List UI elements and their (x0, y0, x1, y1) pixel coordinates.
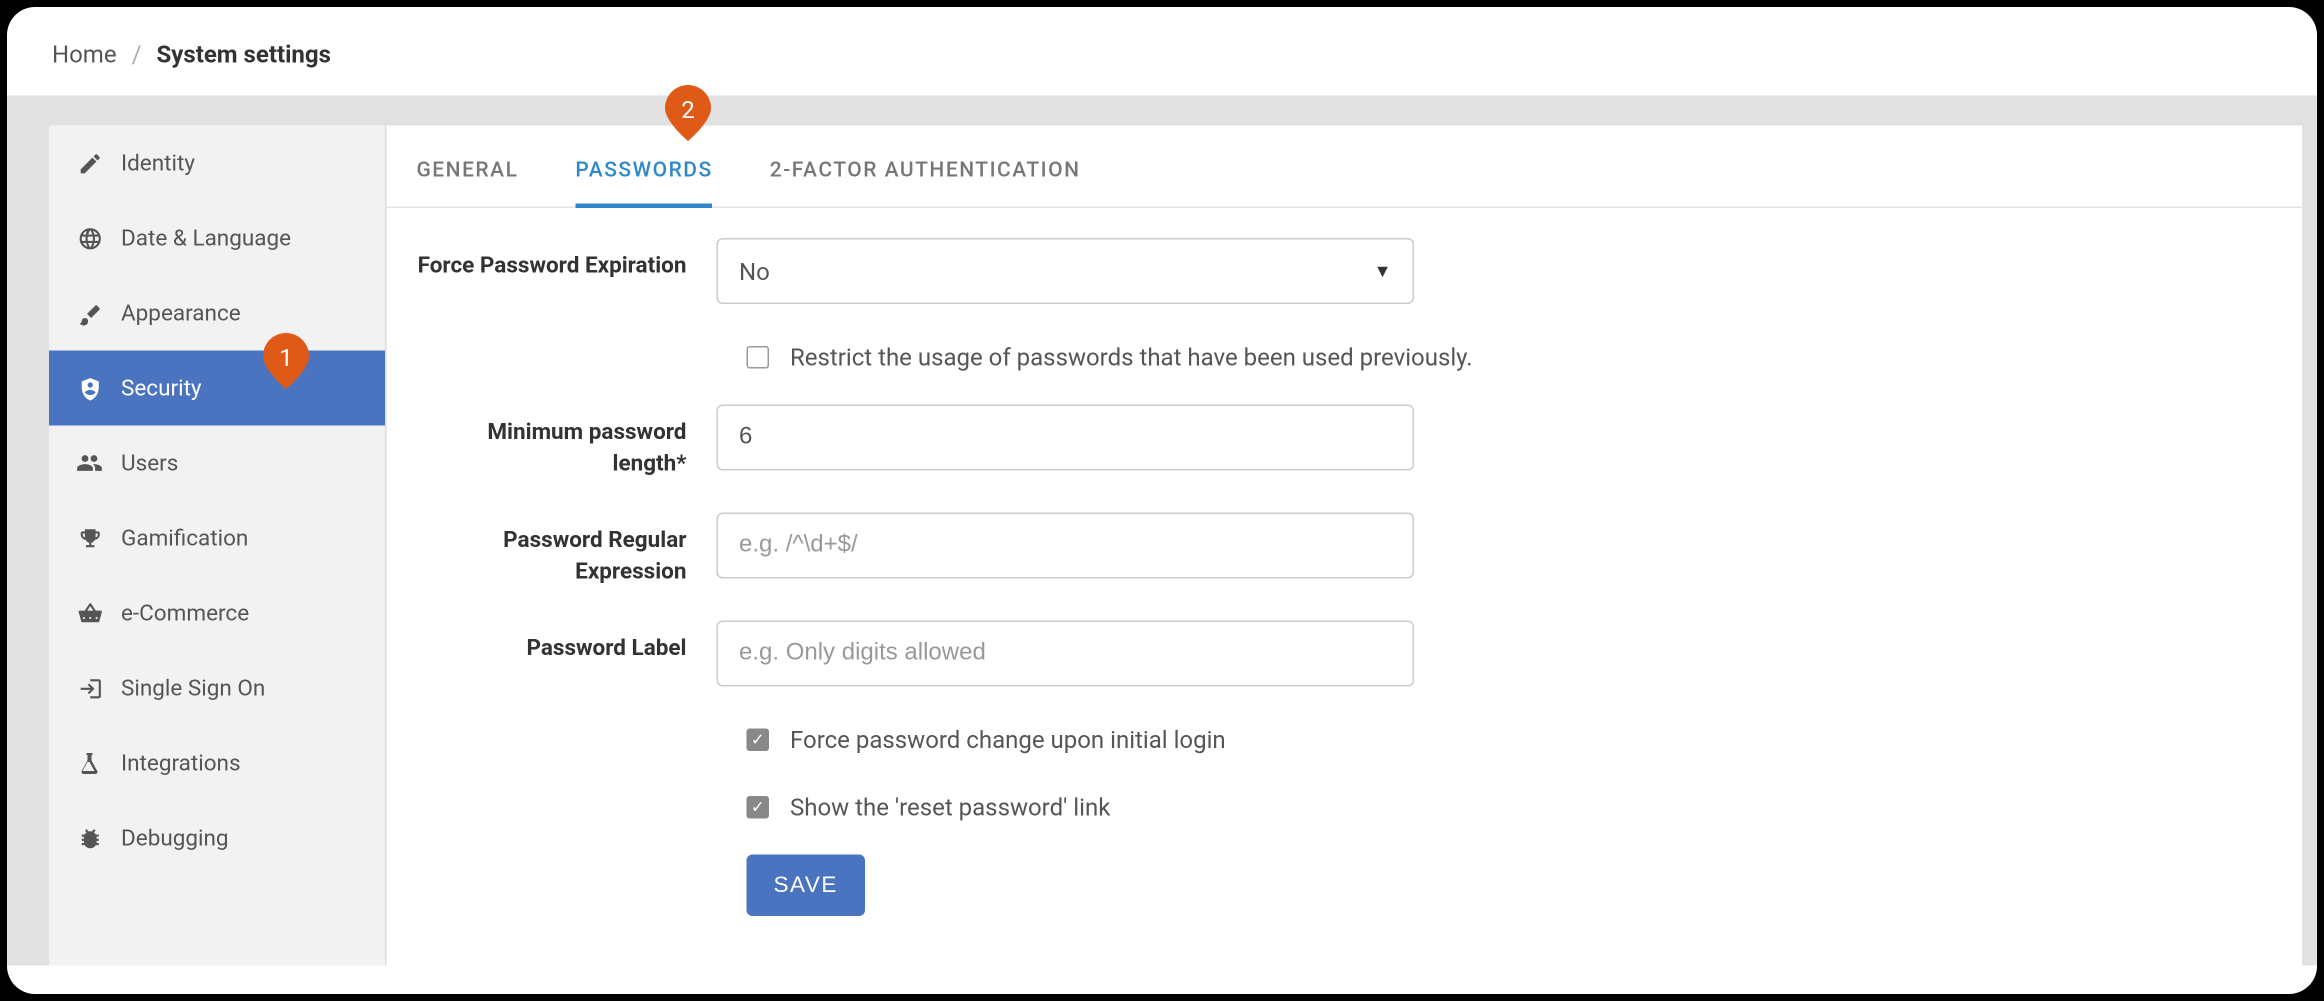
breadcrumb: Home / System settings (7, 7, 2317, 96)
bug-icon (76, 825, 103, 851)
tab-2fa[interactable]: 2-FACTOR AUTHENTICATION (770, 159, 1081, 207)
globe-icon (76, 225, 103, 251)
show-reset-label: Show the 'reset password' link (790, 793, 1110, 822)
sidebar-item-label: e-Commerce (121, 600, 249, 627)
sidebar-item-debugging[interactable]: Debugging (49, 801, 385, 876)
password-label-label: Password Label (417, 621, 717, 665)
sidebar-item-ecommerce[interactable]: e-Commerce (49, 576, 385, 651)
force-change-checkbox[interactable] (747, 729, 770, 752)
users-icon (76, 450, 103, 477)
sidebar-item-users[interactable]: Users (49, 426, 385, 501)
sidebar-item-appearance[interactable]: Appearance (49, 276, 385, 351)
caret-down-icon: ▼ (1374, 261, 1392, 282)
edit-icon (76, 150, 103, 176)
sidebar-item-label: Identity (121, 150, 195, 177)
password-label-input[interactable] (717, 621, 1415, 687)
sidebar-item-label: Appearance (121, 300, 241, 327)
sidebar-item-label: Single Sign On (121, 675, 265, 702)
brush-icon (76, 300, 103, 326)
breadcrumb-current: System settings (157, 40, 331, 69)
sidebar-item-gamification[interactable]: Gamification (49, 501, 385, 576)
sidebar-item-label: Date & Language (121, 225, 291, 252)
restrict-previous-checkbox[interactable] (747, 346, 770, 369)
regex-label: Password Regular Expression (417, 513, 717, 588)
show-reset-checkbox[interactable] (747, 796, 770, 819)
sidebar-item-sso[interactable]: Single Sign On (49, 651, 385, 726)
tab-passwords[interactable]: PASSWORDS (575, 159, 712, 209)
tab-general[interactable]: GENERAL (417, 159, 519, 207)
min-length-input[interactable] (717, 405, 1415, 471)
shield-icon (76, 375, 103, 401)
sidebar-item-identity[interactable]: Identity (49, 126, 385, 201)
restrict-previous-label: Restrict the usage of passwords that hav… (790, 343, 1473, 372)
flask-icon (76, 751, 103, 775)
signin-icon (76, 675, 103, 701)
breadcrumb-home-link[interactable]: Home (52, 40, 117, 69)
breadcrumb-separator: / (132, 40, 142, 69)
save-button[interactable]: SAVE (747, 855, 865, 917)
sidebar-item-label: Users (121, 450, 178, 477)
trophy-icon (76, 525, 103, 551)
basket-icon (76, 600, 103, 626)
force-expiration-label: Force Password Expiration (417, 238, 717, 282)
regex-input[interactable] (717, 513, 1415, 579)
sidebar-item-date-language[interactable]: Date & Language (49, 201, 385, 276)
settings-sidebar: Identity Date & Language Appearance Secu… (49, 126, 387, 966)
sidebar-item-label: Security (121, 375, 202, 402)
sidebar-item-label: Integrations (121, 750, 241, 777)
settings-tabs: GENERAL PASSWORDS 2-FACTOR AUTHENTICATIO… (387, 126, 2303, 209)
sidebar-item-integrations[interactable]: Integrations (49, 726, 385, 801)
force-change-label: Force password change upon initial login (790, 726, 1226, 755)
force-expiration-value: No (739, 257, 770, 286)
min-length-label: Minimum password length* (417, 405, 717, 480)
sidebar-item-label: Debugging (121, 825, 229, 852)
sidebar-item-security[interactable]: Security (49, 351, 385, 426)
settings-content: GENERAL PASSWORDS 2-FACTOR AUTHENTICATIO… (387, 126, 2303, 966)
force-expiration-select[interactable]: No ▼ (717, 238, 1415, 304)
sidebar-item-label: Gamification (121, 525, 248, 552)
